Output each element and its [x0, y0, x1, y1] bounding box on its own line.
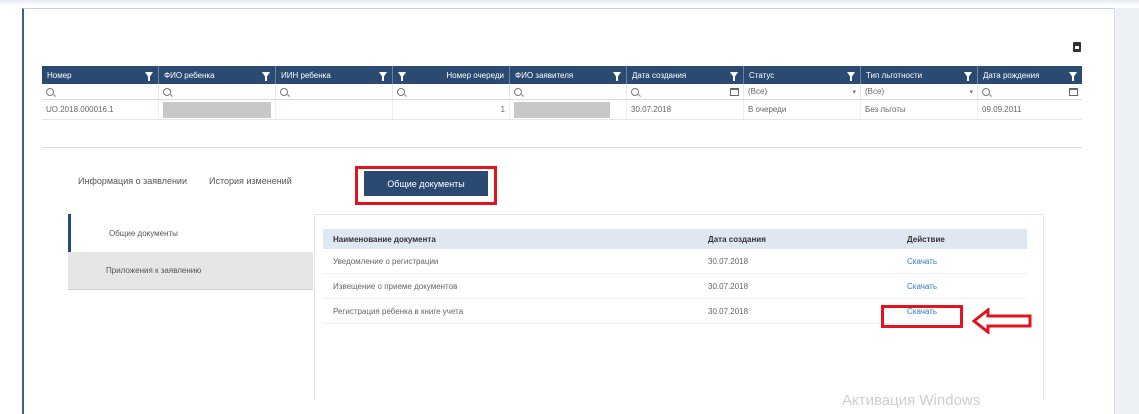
- documents-table-header: Наименование документа Дата создания Дей…: [323, 229, 1027, 249]
- tab-application-info[interactable]: Информация о заявлении: [78, 176, 187, 186]
- cell-created: 30.07.2018: [627, 100, 744, 119]
- cell-benefit: Без льготы: [861, 100, 978, 119]
- col-birth-date[interactable]: Дата рождения: [978, 66, 1082, 84]
- col-child-name[interactable]: ФИО ребенка: [159, 66, 276, 84]
- filter-row: (Все) ▾ (Все) ▾: [42, 84, 1082, 100]
- column-label: ФИО ребенка: [164, 70, 215, 80]
- export-document-icon: [1073, 42, 1081, 52]
- cell-queue-number: 1: [393, 100, 510, 119]
- tab-change-history[interactable]: История изменений: [209, 176, 292, 186]
- document-name: Извещение о приеме документов: [333, 281, 458, 291]
- search-icon: [514, 87, 522, 96]
- filter-child-iin[interactable]: [276, 84, 393, 99]
- chevron-down-icon: ▾: [969, 88, 973, 96]
- benefit-filter-value: (Все): [865, 87, 885, 96]
- column-label: Номер очереди: [446, 70, 504, 80]
- col-child-iin[interactable]: ИИН ребенка: [276, 66, 393, 84]
- tab-common-documents[interactable]: Общие документы: [364, 171, 488, 196]
- top-bar: [0, 0, 1139, 6]
- column-label: ИИН ребенка: [281, 70, 331, 80]
- search-icon: [397, 87, 405, 96]
- column-label: Номер: [47, 70, 72, 80]
- filter-number[interactable]: [42, 84, 159, 99]
- filter-funnel-icon[interactable]: [145, 72, 153, 81]
- filter-funnel-icon[interactable]: [730, 72, 738, 81]
- filter-funnel-icon[interactable]: [398, 72, 406, 81]
- column-label: ФИО заявителя: [515, 70, 574, 80]
- side-menu: Общие документы Приложения к заявлению: [68, 214, 313, 290]
- document-name: Уведомление о регистрации: [333, 256, 439, 266]
- col-number[interactable]: Номер: [42, 66, 159, 84]
- cell-status: В очереди: [744, 100, 861, 119]
- pointer-arrow-icon: [972, 308, 1032, 334]
- header-created-date: Дата создания: [708, 234, 766, 244]
- cell-number: UO.2018.000016.1: [42, 100, 159, 119]
- chevron-down-icon: ▾: [852, 88, 856, 96]
- header-action: Действие: [907, 234, 945, 244]
- filter-child-name[interactable]: [159, 84, 276, 99]
- sidebar-item-attachments[interactable]: Приложения к заявлению: [68, 252, 313, 290]
- filter-funnel-icon[interactable]: [847, 72, 855, 81]
- download-link[interactable]: Скачать: [890, 257, 1027, 266]
- redacted-block: [163, 101, 271, 118]
- table-row: Извещение о приеме документов 30.07.2018…: [323, 274, 1027, 299]
- search-icon: [631, 87, 639, 96]
- filter-status-select[interactable]: (Все) ▾: [744, 84, 861, 99]
- search-icon: [46, 87, 54, 96]
- filter-created[interactable]: [627, 84, 744, 99]
- applications-grid: Номер ФИО ребенка ИИН ребенка Номер очер…: [42, 66, 1082, 120]
- highlight-box: [881, 305, 963, 328]
- download-link[interactable]: Скачать: [890, 282, 1027, 291]
- calendar-icon[interactable]: [730, 87, 739, 96]
- filter-birth-date[interactable]: [978, 84, 1082, 99]
- col-status[interactable]: Статус: [744, 66, 861, 84]
- table-row: Уведомление о регистрации 30.07.2018 Ска…: [323, 249, 1027, 274]
- document-date: 30.07.2018: [708, 256, 749, 266]
- col-created[interactable]: Дата создания: [627, 66, 744, 84]
- filter-benefit-select[interactable]: (Все) ▾: [861, 84, 978, 99]
- filter-queue-number[interactable]: [393, 84, 510, 99]
- document-name: Регистрация ребенка в книге учета: [333, 306, 464, 316]
- filter-funnel-icon[interactable]: [1069, 72, 1077, 81]
- document-date: 30.07.2018: [708, 281, 749, 291]
- filter-funnel-icon[interactable]: [613, 72, 621, 81]
- table-row[interactable]: UO.2018.000016.1 1 30.07.2018 В очереди …: [42, 100, 1082, 120]
- status-filter-value: (Все): [748, 87, 768, 96]
- search-icon: [163, 87, 171, 96]
- search-icon: [280, 87, 288, 96]
- cell-birth-date: 09.09.2011: [982, 105, 1022, 114]
- column-label: Дата создания: [632, 70, 687, 80]
- search-icon: [982, 87, 990, 96]
- column-label: Дата рождения: [983, 70, 1040, 80]
- filter-applicant-name[interactable]: [510, 84, 627, 99]
- filter-funnel-icon[interactable]: [379, 72, 387, 81]
- detail-tabs: Информация о заявлении История изменений: [78, 176, 314, 186]
- vertical-scrollbar[interactable]: [1114, 8, 1139, 414]
- sidebar-item-common-documents[interactable]: Общие документы: [68, 214, 313, 252]
- col-applicant-name[interactable]: ФИО заявителя: [510, 66, 627, 84]
- cell-child-iin: [276, 100, 393, 119]
- column-label: Тип льготности: [866, 70, 923, 80]
- calendar-icon[interactable]: [1069, 87, 1078, 96]
- redacted-block: [514, 101, 610, 118]
- grid-header: Номер ФИО ребенка ИИН ребенка Номер очер…: [42, 66, 1082, 84]
- export-button[interactable]: [1070, 40, 1084, 56]
- windows-activation-watermark: Активация Windows: [842, 392, 981, 409]
- column-label: Статус: [749, 70, 775, 80]
- filter-funnel-icon[interactable]: [262, 72, 270, 81]
- cell-applicant-name: [510, 100, 627, 119]
- document-date: 30.07.2018: [708, 306, 749, 316]
- col-queue-number[interactable]: Номер очереди: [393, 66, 510, 84]
- filter-funnel-icon[interactable]: [964, 72, 972, 81]
- col-benefit-type[interactable]: Тип льготности: [861, 66, 978, 84]
- header-document-name: Наименование документа: [333, 234, 436, 244]
- cell-child-name: [159, 100, 276, 119]
